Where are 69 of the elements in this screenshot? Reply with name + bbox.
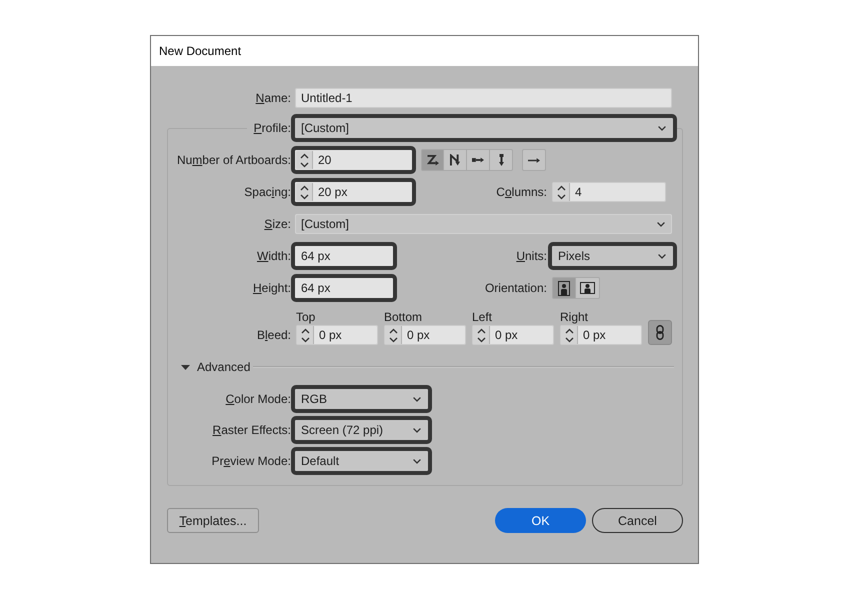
portrait-page-icon — [558, 280, 570, 296]
link-button[interactable] — [648, 320, 672, 345]
bleed-side-label: Top — [296, 310, 316, 324]
height-field[interactable]: 64 px — [291, 274, 397, 302]
square-down-arrow-icon — [498, 154, 504, 166]
zigzag-row-arrow-icon — [426, 154, 438, 166]
artboard-count-label: Number of Artboards: — [176, 153, 291, 167]
size-label: Size: — [263, 217, 291, 231]
height-label: Height: — [252, 281, 291, 295]
orientation-button[interactable] — [552, 277, 576, 299]
width-label: Width: — [256, 249, 291, 263]
units-label: Units: — [515, 249, 547, 263]
spinner-arrows-icon[interactable] — [300, 184, 308, 200]
disclosure-triangle-icon[interactable] — [181, 364, 190, 370]
arrangement-button[interactable] — [467, 149, 490, 171]
chevron-down-icon — [413, 396, 421, 402]
color-mode-dropdown[interactable]: RGB — [291, 385, 432, 413]
spacing-spinner[interactable]: 20 px — [291, 178, 416, 206]
templates-button[interactable]: Templates... — [167, 508, 259, 533]
bleed-spinner[interactable]: 0 px — [560, 325, 642, 345]
preview-mode-label: Preview Mode: — [210, 454, 291, 468]
spinner-arrows-icon[interactable] — [300, 328, 310, 342]
chain-link-icon — [656, 325, 664, 340]
orientation-label: Orientation: — [484, 281, 547, 295]
chevron-down-icon — [658, 126, 666, 130]
layout-direction-button[interactable] — [522, 149, 546, 171]
bleed-side-label: Right — [560, 310, 588, 324]
arrangement-button[interactable] — [421, 149, 444, 171]
artboard-count-spinner[interactable]: 20 — [291, 146, 416, 174]
width-field[interactable]: 64 px — [291, 242, 397, 270]
chevron-down-icon — [413, 458, 421, 464]
color-mode-label: Color Mode: — [224, 392, 291, 406]
bleed-spinner[interactable]: 0 px — [472, 325, 554, 345]
bleed-spinner[interactable]: 0 px — [296, 325, 378, 345]
chevron-down-icon — [413, 428, 421, 432]
bleed-spinner[interactable]: 0 px — [384, 325, 466, 345]
profile-dropdown[interactable]: [Custom] — [291, 114, 677, 142]
bleed-side-label: Bottom — [384, 310, 422, 324]
chevron-down-icon — [657, 222, 665, 226]
size-dropdown[interactable]: [Custom] — [295, 214, 672, 234]
cancel-button[interactable]: Cancel — [592, 508, 683, 533]
bleed-label: Bleed: — [256, 327, 291, 344]
preview-mode-dropdown[interactable]: Default — [291, 447, 432, 475]
name-label: Name: — [254, 91, 291, 105]
bleed-side-label: Left — [472, 310, 492, 324]
spinner-arrows-icon[interactable] — [564, 328, 574, 342]
raster-effects-label: Raster Effects: — [212, 423, 291, 437]
name-field[interactable]: Untitled-1 — [295, 88, 672, 108]
landscape-page-icon — [580, 282, 595, 294]
chevron-down-icon — [658, 254, 666, 258]
orientation-button[interactable] — [576, 277, 600, 299]
advanced-section-toggle[interactable]: Advanced — [197, 360, 250, 374]
arrangement-button[interactable] — [490, 149, 513, 171]
spacing-label: Spacing: — [243, 185, 291, 199]
ok-button[interactable]: OK — [495, 508, 586, 533]
zigzag-column-arrow-icon — [450, 154, 460, 166]
raster-effects-dropdown[interactable]: Screen (72 ppi) — [291, 416, 432, 444]
right-arrow-icon — [528, 158, 540, 162]
window-title: New Document — [159, 44, 242, 58]
spinner-arrows-icon[interactable] — [556, 184, 566, 200]
columns-spinner[interactable]: 4 — [552, 182, 666, 202]
square-right-arrow-icon — [472, 157, 484, 163]
units-dropdown[interactable]: Pixels — [548, 242, 677, 270]
columns-label: Columns: — [495, 185, 547, 199]
profile-label: Profile: — [252, 121, 291, 135]
spinner-arrows-icon[interactable] — [476, 328, 486, 342]
arrangement-button[interactable] — [444, 149, 467, 171]
spinner-arrows-icon[interactable] — [300, 152, 308, 168]
spinner-arrows-icon[interactable] — [388, 328, 398, 342]
